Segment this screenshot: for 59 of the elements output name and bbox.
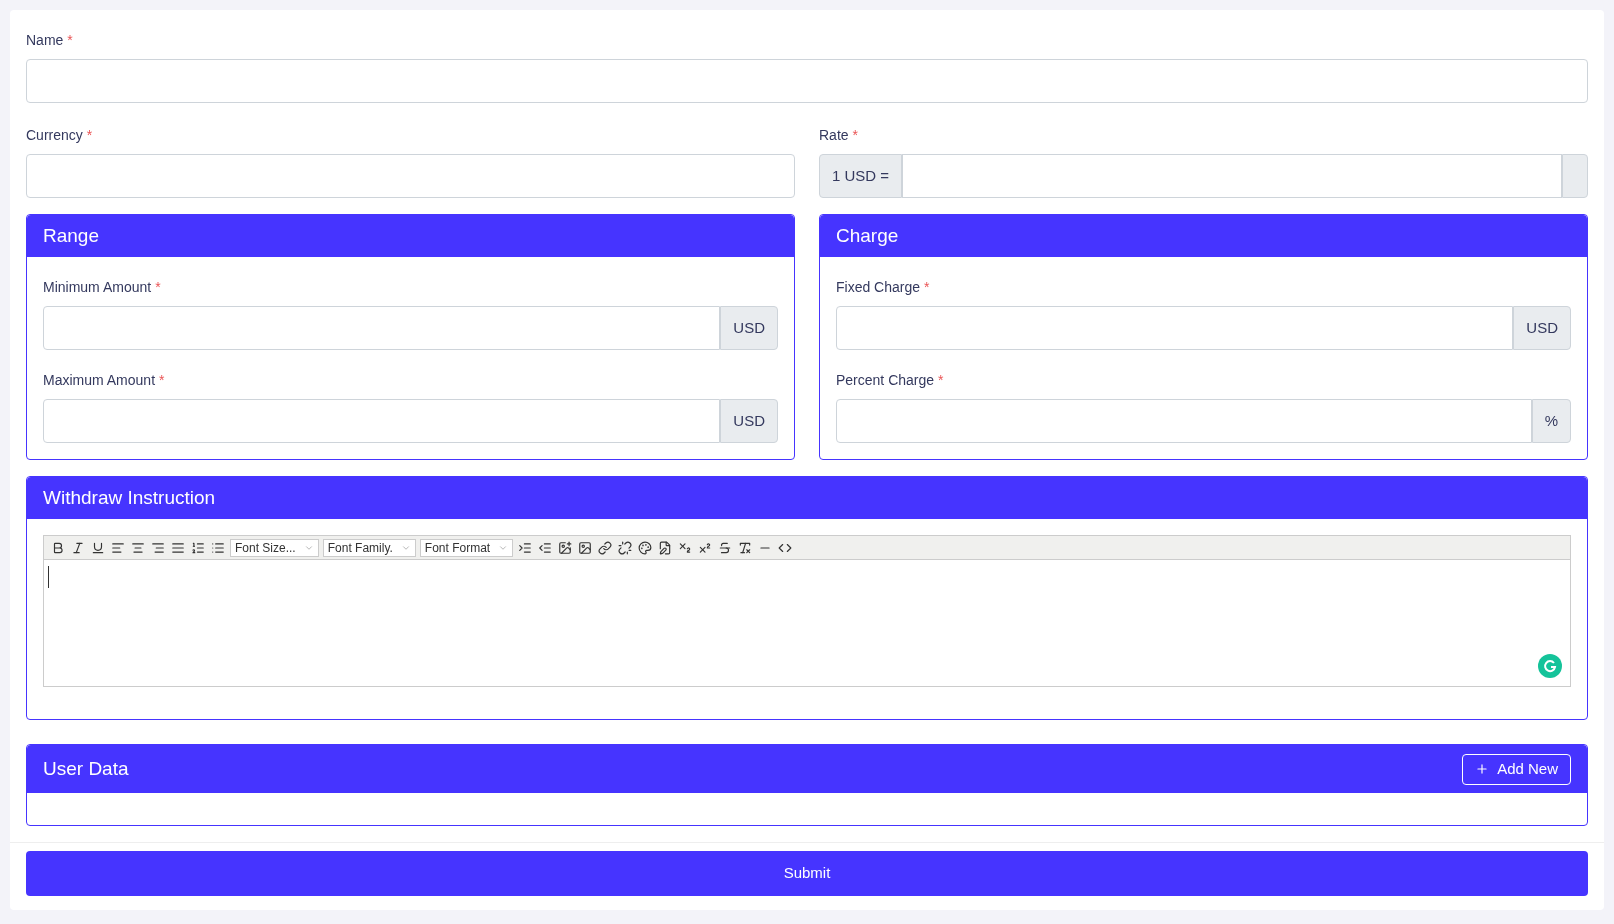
indent-icon[interactable] [518,540,533,555]
field-label: Name [26,31,64,50]
numbered-list-icon[interactable] [191,540,205,555]
input-suffix: % [1531,399,1571,443]
required-mark: * [159,371,165,390]
toolbar-dropdown[interactable]: Font Size... [230,538,319,557]
unlink-icon[interactable] [618,540,633,555]
input-field[interactable] [836,306,1514,350]
field-label: Minimum Amount [43,278,152,297]
field-label: Currency [26,126,83,145]
input-field[interactable] [43,306,721,350]
section-title: Withdraw Instruction [43,485,216,510]
add-new-button[interactable]: Add New [1462,753,1571,785]
field-label: Percent Charge [836,371,935,390]
required-mark: * [67,31,73,50]
input-field[interactable] [43,399,721,443]
link-icon[interactable] [598,540,613,555]
required-mark: * [86,126,93,145]
toolbar-dropdown[interactable]: Font Family. [322,538,416,557]
field-label: Maximum Amount [43,371,156,390]
image-edit-icon[interactable] [558,540,573,555]
bold-icon[interactable] [51,540,65,555]
document-edit-icon[interactable] [658,540,673,555]
align-right-icon[interactable] [151,540,165,555]
input-addon [1562,154,1588,198]
section-title: User Data [43,756,129,781]
align-justify-icon[interactable] [171,540,185,555]
input-suffix: USD [1513,306,1571,350]
input-field[interactable] [26,59,1588,103]
input-field[interactable] [836,399,1532,443]
input-field[interactable] [26,154,795,198]
section-title: Charge [836,223,899,248]
field-label: Fixed Charge [836,278,921,297]
input-field[interactable] [902,154,1562,198]
image-icon[interactable] [578,540,593,555]
remove-format-icon[interactable] [738,540,753,555]
underline-icon[interactable] [91,540,105,555]
text-cursor [48,566,49,588]
required-mark: * [924,278,930,297]
subscript-icon[interactable] [678,540,693,555]
superscript-icon[interactable] [698,540,713,555]
submit-button[interactable]: Submit [26,851,1588,896]
required-mark: * [938,371,944,390]
input-suffix: USD [720,306,778,350]
strikethrough-icon[interactable] [718,540,733,555]
field-label: Rate [819,126,849,145]
bullet-list-icon[interactable] [211,540,225,555]
input-suffix: USD [720,399,778,443]
align-center-icon[interactable] [131,540,145,555]
section-title: Range [43,223,99,248]
toolbar-dropdown[interactable]: Font Format [419,538,514,557]
required-mark: * [852,126,859,145]
palette-icon[interactable] [638,540,653,555]
required-mark: * [155,278,161,297]
align-left-icon[interactable] [111,540,125,555]
plus-icon [1475,762,1490,776]
italic-icon[interactable] [71,540,85,555]
input-prefix: 1 USD = [819,154,903,198]
outdent-icon[interactable] [538,540,553,555]
